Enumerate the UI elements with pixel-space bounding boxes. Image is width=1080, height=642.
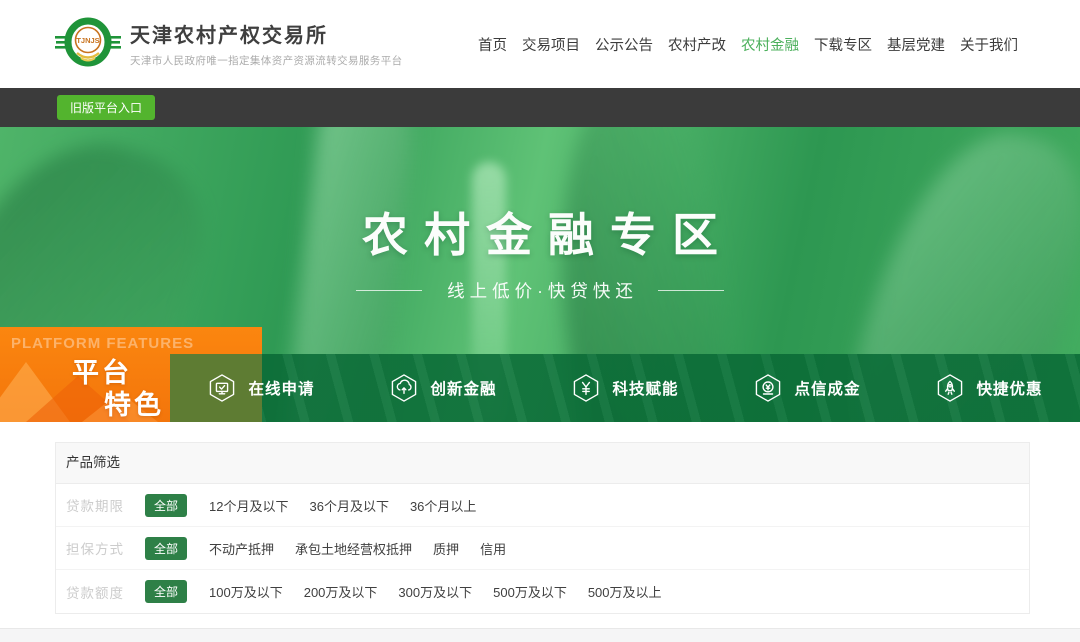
filter-option[interactable]: 36个月以上 xyxy=(410,496,476,515)
filter-option[interactable]: 信用 xyxy=(480,539,506,558)
feature-tab-quick-discount[interactable]: 快捷优惠 xyxy=(898,354,1080,422)
feature-tab-online-apply[interactable]: 在线申请 xyxy=(170,354,352,422)
platform-features-eyebrow: PLATFORM FEATURES xyxy=(11,335,194,352)
nav-item-trade-projects[interactable]: 交易项目 xyxy=(522,34,580,55)
filter-row-label: 贷款额度 xyxy=(66,582,132,602)
nav-item-rural-reform[interactable]: 农村产改 xyxy=(668,34,726,55)
feature-tab-label: 创新金融 xyxy=(430,377,496,399)
filter-panel-header: 产品筛选 xyxy=(56,443,1029,484)
filter-option[interactable]: 200万及以下 xyxy=(304,582,378,601)
utility-bar: 旧版平台入口 xyxy=(0,88,1080,127)
credit-to-gold-icon xyxy=(753,373,783,403)
feature-tab-tech-empowerment[interactable]: 科技赋能 xyxy=(534,354,716,422)
filter-option[interactable]: 承包土地经营权抵押 xyxy=(295,539,412,558)
banner-title: 农村金融专区 xyxy=(0,199,1080,265)
filter-option[interactable]: 36个月及以下 xyxy=(309,496,388,515)
brand-logo-link[interactable]: TJNJS 天津农村产权交易所 天津市人民政府唯一指定集体资产资源流转交易服务平… xyxy=(55,12,403,74)
site-subtitle: 天津市人民政府唯一指定集体资产资源流转交易服务平台 xyxy=(130,53,403,68)
feature-tab-credit-to-gold[interactable]: 点信成金 xyxy=(716,354,898,422)
filter-row-label: 贷款期限 xyxy=(66,495,132,515)
brand-text: 天津农村产权交易所 天津市人民政府唯一指定集体资产资源流转交易服务平台 xyxy=(130,19,403,68)
filter-option[interactable]: 12个月及以下 xyxy=(209,496,288,515)
filter-row-label: 担保方式 xyxy=(66,538,132,558)
feature-tab-label: 科技赋能 xyxy=(612,377,678,399)
filter-option[interactable]: 不动产抵押 xyxy=(209,539,274,558)
all-button-guarantee-type[interactable]: 全部 xyxy=(145,537,187,560)
all-button-loan-amount[interactable]: 全部 xyxy=(145,580,187,603)
filter-option[interactable]: 300万及以下 xyxy=(398,582,472,601)
nav-item-rural-finance[interactable]: 农村金融 xyxy=(741,34,799,55)
subtitle-left-line xyxy=(356,290,422,291)
nav-item-download-zone[interactable]: 下载专区 xyxy=(814,34,872,55)
filter-option[interactable]: 100万及以下 xyxy=(209,582,283,601)
filter-option[interactable]: 质押 xyxy=(433,539,459,558)
logo-badge-text: TJNJS xyxy=(76,36,99,45)
nav-item-about-us[interactable]: 关于我们 xyxy=(960,34,1018,55)
feature-tab-label: 在线申请 xyxy=(248,377,314,399)
site-header: TJNJS 天津农村产权交易所 天津市人民政府唯一指定集体资产资源流转交易服务平… xyxy=(0,0,1080,88)
filter-row-loan-term: 贷款期限 全部 12个月及以下 36个月及以下 36个月以上 xyxy=(56,484,1029,527)
site-title: 天津农村产权交易所 xyxy=(130,19,403,48)
quick-discount-icon xyxy=(935,373,965,403)
filter-row-guarantee-type: 担保方式 全部 不动产抵押 承包土地经营权抵押 质押 信用 xyxy=(56,527,1029,570)
banner-subtitle: 线上低价·快贷快还 xyxy=(442,278,638,303)
feature-tab-label: 快捷优惠 xyxy=(976,377,1042,399)
tech-empowerment-icon xyxy=(571,373,601,403)
subtitle-right-line xyxy=(658,290,724,291)
product-filter-panel: 产品筛选 贷款期限 全部 12个月及以下 36个月及以下 36个月以上 担保方式… xyxy=(55,442,1030,614)
filter-row-loan-amount: 贷款额度 全部 100万及以下 200万及以下 300万及以下 500万及以下 … xyxy=(56,570,1029,613)
page-footer xyxy=(0,628,1080,642)
innovation-finance-icon xyxy=(389,373,419,403)
filter-option[interactable]: 500万及以下 xyxy=(493,582,567,601)
feature-tab-bar: 在线申请 创新金融 科技赋能 xyxy=(170,354,1080,422)
site-logo-icon: TJNJS xyxy=(55,12,121,74)
filter-option[interactable]: 500万及以上 xyxy=(588,582,662,601)
page: TJNJS 天津农村产权交易所 天津市人民政府唯一指定集体资产资源流转交易服务平… xyxy=(0,0,1080,642)
old-platform-entry-button[interactable]: 旧版平台入口 xyxy=(57,95,155,120)
main-nav: 首页 交易项目 公示公告 农村产改 农村金融 下载专区 基层党建 关于我们 xyxy=(478,0,1018,88)
platform-features-title-part2: 特色 xyxy=(104,383,164,422)
feature-tab-label: 点信成金 xyxy=(794,377,860,399)
filter-panel-title: 产品筛选 xyxy=(66,455,120,470)
nav-item-home[interactable]: 首页 xyxy=(478,34,507,55)
banner-subtitle-row: 线上低价·快贷快还 xyxy=(0,278,1080,303)
online-apply-icon xyxy=(207,373,237,403)
nav-item-party-building[interactable]: 基层党建 xyxy=(887,34,945,55)
feature-tab-innovation-finance[interactable]: 创新金融 xyxy=(352,354,534,422)
all-button-loan-term[interactable]: 全部 xyxy=(145,494,187,517)
nav-item-public-notice[interactable]: 公示公告 xyxy=(595,34,653,55)
